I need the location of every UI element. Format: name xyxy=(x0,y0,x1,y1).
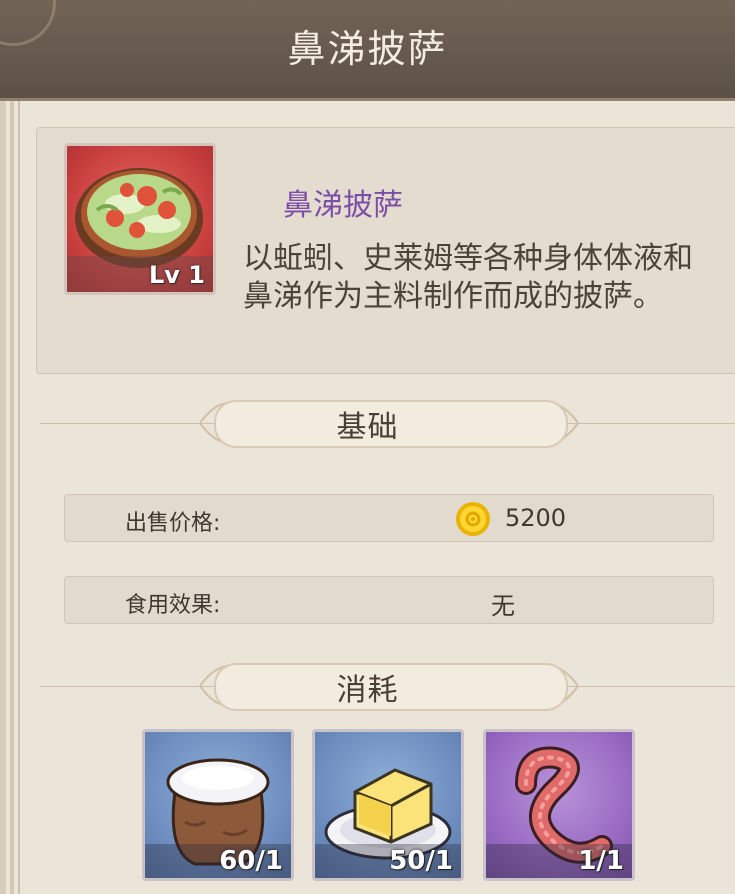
gold-coin-icon xyxy=(456,502,490,536)
effect-value: 无 xyxy=(491,592,515,620)
item-level: Lv 1 xyxy=(149,261,205,289)
section-title-basic: 基础 xyxy=(336,410,399,445)
item-name: 鼻涕披萨 xyxy=(283,188,403,223)
ingredient-count: 50/1 xyxy=(389,846,453,876)
price-label: 出售价格: xyxy=(125,511,221,536)
page-title: 鼻涕披萨 xyxy=(287,27,448,71)
effect-label: 食用效果: xyxy=(125,593,221,618)
ingredient-slot-butter[interactable]: 50/1 xyxy=(312,729,464,881)
stat-row-price: 出售价格: 5200 xyxy=(64,494,714,542)
stat-row-effect: 食用效果: 无 xyxy=(64,576,714,624)
section-title-consume: 消耗 xyxy=(336,673,399,708)
item-description: 以蚯蚓、史莱姆等各种身体体液和鼻涕作为主料制作而成的披萨。 xyxy=(243,241,693,314)
ingredient-count: 1/1 xyxy=(578,846,624,876)
price-value: 5200 xyxy=(505,504,567,532)
ingredient-slot-worm[interactable]: 1/1 xyxy=(483,729,635,881)
item-icon-frame[interactable]: Lv 1 xyxy=(64,143,216,295)
section-divider-consume: 消耗 xyxy=(0,657,735,717)
ingredient-slot-flour[interactable]: 60/1 xyxy=(142,729,294,881)
header-bar: 鼻涕披萨 xyxy=(0,0,735,101)
left-frame-line xyxy=(18,96,20,894)
ingredient-count: 60/1 xyxy=(219,846,283,876)
section-divider-basic: 基础 xyxy=(0,394,735,454)
